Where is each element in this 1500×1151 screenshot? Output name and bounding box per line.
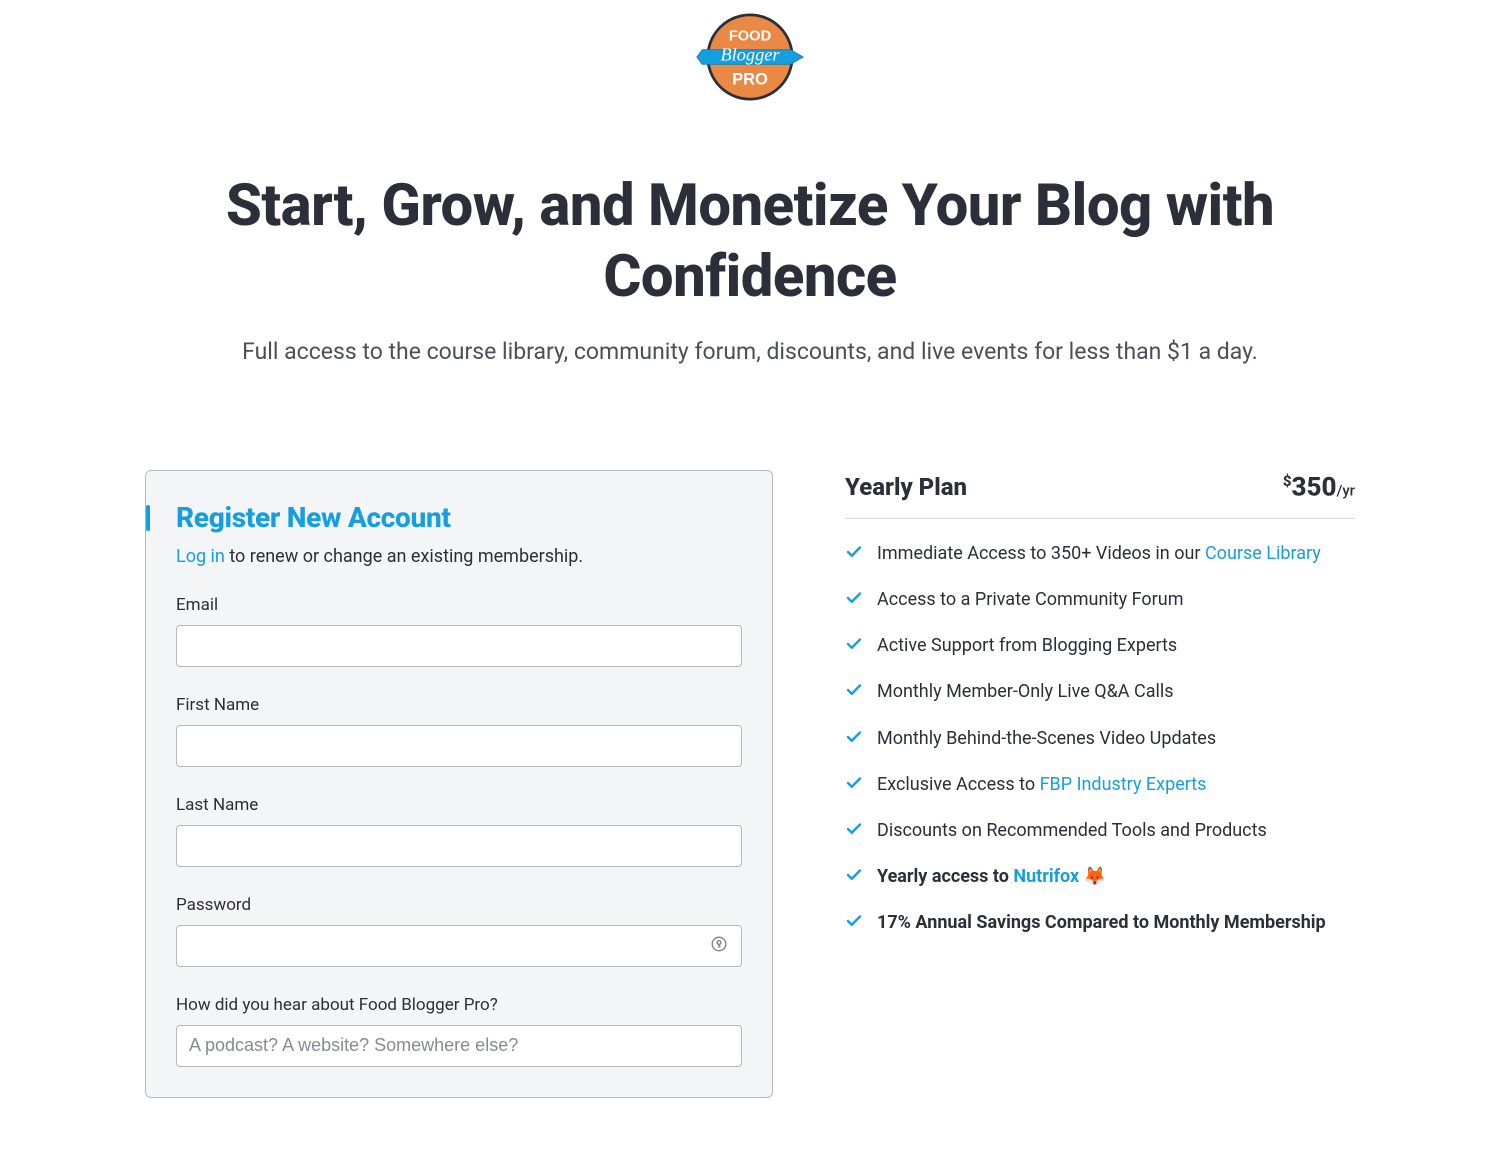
heard-about-input[interactable] xyxy=(176,1025,742,1067)
brand-logo: FOOD Blogger PRO xyxy=(145,0,1355,116)
check-icon xyxy=(845,589,863,615)
plan-feature: Exclusive Access to FBP Industry Experts xyxy=(845,772,1355,800)
plan-feature-link[interactable]: FBP Industry Experts xyxy=(1040,774,1207,795)
heard-about-label: How did you hear about Food Blogger Pro? xyxy=(176,995,742,1015)
page-title: Start, Grow, and Monetize Your Blog with… xyxy=(145,171,1355,313)
check-icon xyxy=(845,866,863,892)
email-input[interactable] xyxy=(176,625,742,667)
page-subtitle: Full access to the course library, commu… xyxy=(145,338,1355,365)
plan-feature: Immediate Access to 350+ Videos in our C… xyxy=(845,541,1355,569)
login-hint: Log in to renew or change an existing me… xyxy=(176,546,742,567)
password-label: Password xyxy=(176,895,742,915)
first-name-input[interactable] xyxy=(176,725,742,767)
plan-price: $350/yr xyxy=(1283,472,1355,503)
plan-summary: Yearly Plan $350/yr Immediate Access to … xyxy=(845,470,1355,957)
plan-feature-link[interactable]: Course Library xyxy=(1205,543,1321,564)
plan-feature-text: Monthly Behind-the-Scenes Video Updates xyxy=(877,726,1216,754)
plan-feature: Yearly access to Nutrifox 🦊 xyxy=(845,864,1355,892)
first-name-label: First Name xyxy=(176,695,742,715)
email-label: Email xyxy=(176,595,742,615)
plan-feature-text: Immediate Access to 350+ Videos in our C… xyxy=(877,541,1321,569)
last-name-label: Last Name xyxy=(176,795,742,815)
plan-feature-text: Yearly access to Nutrifox 🦊 xyxy=(877,864,1106,892)
svg-text:Blogger: Blogger xyxy=(720,45,780,65)
plan-feature: Access to a Private Community Forum xyxy=(845,587,1355,615)
svg-text:FOOD: FOOD xyxy=(729,29,771,45)
food-blogger-pro-logo: FOOD Blogger PRO xyxy=(695,2,805,112)
plan-name: Yearly Plan xyxy=(845,473,967,501)
plan-feature: Monthly Behind-the-Scenes Video Updates xyxy=(845,726,1355,754)
form-heading: Register New Account xyxy=(176,501,742,534)
check-icon xyxy=(845,728,863,754)
plan-feature-list: Immediate Access to 350+ Videos in our C… xyxy=(845,541,1355,938)
plan-feature: Discounts on Recommended Tools and Produ… xyxy=(845,818,1355,846)
check-icon xyxy=(845,820,863,846)
check-icon xyxy=(845,635,863,661)
last-name-input[interactable] xyxy=(176,825,742,867)
svg-text:PRO: PRO xyxy=(732,71,768,89)
login-link[interactable]: Log in xyxy=(176,546,225,567)
plan-feature: Monthly Member-Only Live Q&A Calls xyxy=(845,679,1355,707)
plan-feature-text: Monthly Member-Only Live Q&A Calls xyxy=(877,679,1174,707)
plan-feature-text: 17% Annual Savings Compared to Monthly M… xyxy=(877,910,1326,938)
register-form: Register New Account Log in to renew or … xyxy=(145,470,773,1098)
login-hint-text: to renew or change an existing membershi… xyxy=(225,546,583,567)
password-input[interactable] xyxy=(176,925,742,967)
plan-feature-text: Active Support from Blogging Experts xyxy=(877,633,1177,661)
check-icon xyxy=(845,543,863,569)
check-icon xyxy=(845,681,863,707)
plan-feature-link[interactable]: Nutrifox xyxy=(1013,866,1079,887)
plan-feature-text: Access to a Private Community Forum xyxy=(877,587,1183,615)
plan-feature-text: Exclusive Access to FBP Industry Experts xyxy=(877,772,1206,800)
plan-feature: 17% Annual Savings Compared to Monthly M… xyxy=(845,910,1355,938)
plan-feature-text: Discounts on Recommended Tools and Produ… xyxy=(877,818,1267,846)
check-icon xyxy=(845,774,863,800)
check-icon xyxy=(845,912,863,938)
plan-feature: Active Support from Blogging Experts xyxy=(845,633,1355,661)
